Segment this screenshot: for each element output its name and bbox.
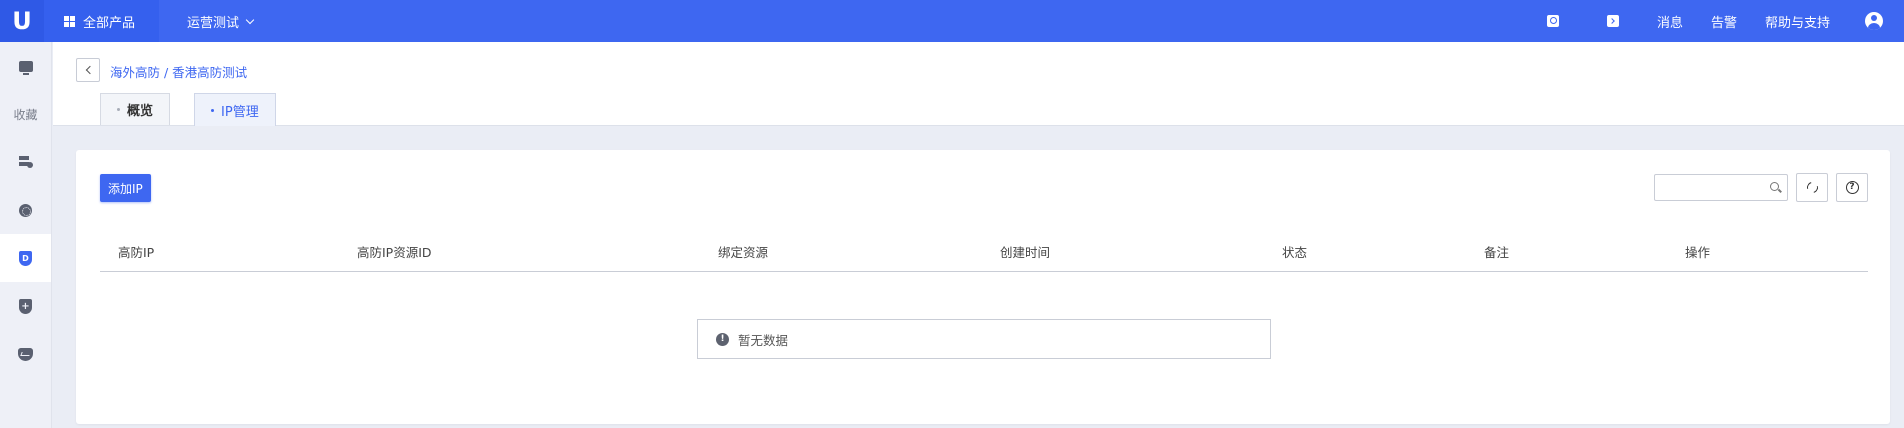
terminal-button[interactable] <box>1583 0 1643 42</box>
breadcrumb: 海外高防 / 香港高防测试 <box>110 62 247 81</box>
column-header-bound-resource: 绑定资源 <box>718 245 769 260</box>
sidebar-item-network[interactable] <box>0 186 51 234</box>
ddos-shield-icon: D <box>19 250 32 266</box>
tab-bar: 概览 IP管理 <box>100 93 276 126</box>
refresh-icon <box>1804 179 1820 196</box>
add-ip-button[interactable]: 添加IP <box>100 174 151 202</box>
left-sidebar: 收藏 D <box>0 42 52 428</box>
column-header-anti-ddos-ip: 高防IP <box>118 245 155 260</box>
chevron-left-icon <box>85 65 94 75</box>
page-header: 海外高防 / 香港高防测试 概览 IP管理 <box>53 42 1904 126</box>
security-shield-icon <box>19 298 32 314</box>
info-icon: ! <box>716 332 729 346</box>
tab-overview[interactable]: 概览 <box>100 93 171 125</box>
column-header-actions: 操作 <box>1685 245 1711 260</box>
ip-management-panel: 添加IP ? 高防IP 高防IP资源ID 绑定资源 创建时间 状态 备注 操作 … <box>76 150 1890 424</box>
tab-dot <box>117 108 120 111</box>
sidebar-item-security[interactable] <box>0 282 51 330</box>
messages-link[interactable]: 消息 <box>1643 0 1697 42</box>
column-header-status: 状态 <box>1282 245 1308 260</box>
chevron-down-icon <box>245 15 255 24</box>
search-input[interactable] <box>1655 175 1759 200</box>
network-icon <box>19 203 32 217</box>
sidebar-item-server[interactable] <box>0 138 51 186</box>
empty-state-text: 暂无数据 <box>738 332 789 348</box>
tab-dot <box>211 108 215 112</box>
refresh-button[interactable] <box>1796 173 1828 202</box>
help-button[interactable]: ? <box>1836 173 1868 202</box>
tab-overview-label: 概览 <box>127 104 154 119</box>
search-field[interactable] <box>1654 174 1788 201</box>
sidebar-item-health[interactable] <box>0 330 51 378</box>
project-label: 运营测试 <box>187 15 240 31</box>
search-icon <box>1546 15 1559 27</box>
column-header-create-time: 创建时间 <box>1000 245 1051 260</box>
tab-ip-management[interactable]: IP管理 <box>194 93 276 126</box>
user-menu[interactable] <box>1844 0 1904 42</box>
logo[interactable]: U <box>0 0 44 42</box>
top-navigation-bar: U 全部产品 运营测试 消息 告警 帮助与支持 <box>0 0 1904 42</box>
health-icon <box>18 347 33 361</box>
search-icon[interactable] <box>1770 182 1779 191</box>
sidebar-item-ddos[interactable]: D <box>0 234 51 282</box>
search-button[interactable] <box>1523 0 1583 42</box>
project-selector[interactable]: 运营测试 <box>159 12 255 31</box>
monitor-icon <box>18 60 33 75</box>
alerts-link[interactable]: 告警 <box>1697 0 1751 42</box>
help-support-link[interactable]: 帮助与支持 <box>1751 0 1844 42</box>
terminal-icon <box>1606 15 1619 27</box>
column-header-resource-id: 高防IP资源ID <box>357 245 432 260</box>
table-header: 高防IP 高防IP资源ID 绑定资源 创建时间 状态 备注 操作 <box>100 228 1868 272</box>
server-icon <box>18 156 33 168</box>
grid-icon <box>64 15 75 27</box>
column-header-remark: 备注 <box>1484 245 1510 260</box>
breadcrumb-text[interactable]: 海外高防 / 香港高防测试 <box>110 65 247 80</box>
back-button[interactable] <box>76 58 100 82</box>
all-products-label: 全部产品 <box>83 15 136 31</box>
sidebar-item-monitor[interactable] <box>0 42 51 90</box>
sidebar-collect-label: 收藏 <box>13 107 38 122</box>
empty-state: ! 暂无数据 <box>697 319 1271 359</box>
user-icon <box>1865 12 1883 30</box>
top-right-actions: 消息 告警 帮助与支持 <box>1523 0 1904 42</box>
logo-mark: U <box>12 7 32 35</box>
help-icon: ? <box>1845 181 1859 194</box>
sidebar-item-collect[interactable]: 收藏 <box>0 90 51 138</box>
all-products-menu[interactable]: 全部产品 <box>44 0 160 42</box>
tab-ip-management-label: IP管理 <box>221 104 259 120</box>
